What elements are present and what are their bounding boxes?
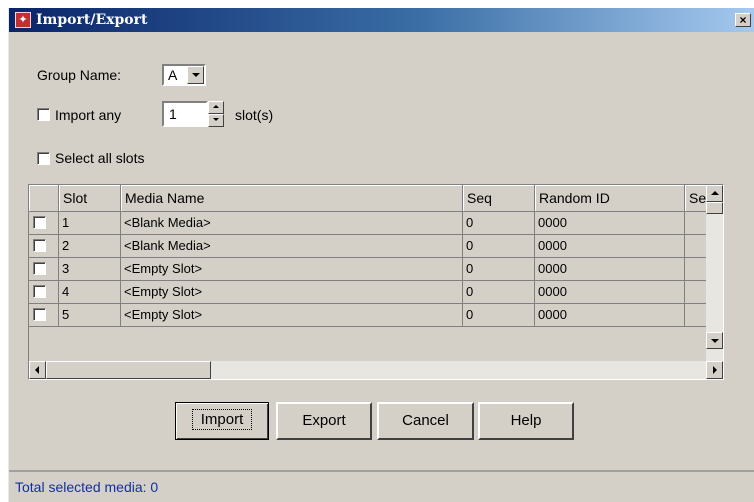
column-header-slot[interactable]: Slot bbox=[59, 185, 121, 212]
import-count-value: 1 bbox=[169, 106, 177, 122]
slot-cell: 4 bbox=[59, 281, 121, 304]
media-name-cell: <Empty Slot> bbox=[121, 281, 463, 304]
seq-cell: 0 bbox=[463, 281, 535, 304]
random-id-cell: 0000 bbox=[535, 304, 685, 327]
import-count-spinner bbox=[208, 101, 224, 127]
slot-cell: 2 bbox=[59, 235, 121, 258]
table-row[interactable]: 5 <Empty Slot> 0 0000 bbox=[29, 304, 723, 327]
spin-up-button[interactable] bbox=[208, 101, 224, 114]
scroll-left-button[interactable] bbox=[29, 361, 46, 379]
app-icon: ✦ bbox=[15, 12, 31, 28]
table-header: Slot Media Name Seq Random ID Seria bbox=[29, 185, 723, 212]
scroll-up-button[interactable] bbox=[706, 185, 723, 202]
column-header-seq[interactable]: Seq bbox=[463, 185, 535, 212]
seq-cell: 0 bbox=[463, 235, 535, 258]
group-name-dropdown-button[interactable] bbox=[187, 66, 204, 84]
arrow-up-icon bbox=[711, 191, 719, 195]
cancel-button[interactable]: Cancel bbox=[377, 402, 474, 440]
row-checkbox[interactable] bbox=[33, 262, 46, 275]
group-name-value: A bbox=[168, 67, 178, 83]
random-id-cell: 0000 bbox=[535, 258, 685, 281]
scroll-right-button[interactable] bbox=[706, 361, 723, 379]
window-title: Import/Export bbox=[36, 12, 148, 28]
arrow-down-icon bbox=[213, 118, 219, 121]
import-button-label: Import bbox=[191, 409, 253, 430]
media-name-cell: <Empty Slot> bbox=[121, 258, 463, 281]
export-button[interactable]: Export bbox=[276, 402, 372, 440]
chevron-down-icon bbox=[192, 73, 200, 77]
row-checkbox[interactable] bbox=[33, 239, 46, 252]
row-select-cell bbox=[29, 304, 59, 327]
help-button[interactable]: Help bbox=[478, 402, 574, 440]
row-checkbox[interactable] bbox=[33, 308, 46, 321]
media-name-cell: <Blank Media> bbox=[121, 235, 463, 258]
row-select-cell bbox=[29, 212, 59, 235]
slots-table: Slot Media Name Seq Random ID Seria 1 <B… bbox=[28, 184, 724, 380]
table-row[interactable]: 2 <Blank Media> 0 0000 bbox=[29, 235, 723, 258]
column-header-media-name[interactable]: Media Name bbox=[121, 185, 463, 212]
spin-down-button[interactable] bbox=[208, 114, 224, 127]
row-checkbox[interactable] bbox=[33, 285, 46, 298]
column-header-select[interactable] bbox=[29, 185, 59, 212]
import-any-checkbox[interactable] bbox=[37, 108, 50, 121]
select-all-checkbox[interactable] bbox=[37, 152, 50, 165]
scroll-down-button[interactable] bbox=[706, 332, 723, 349]
slot-cell: 3 bbox=[59, 258, 121, 281]
row-select-cell bbox=[29, 281, 59, 304]
media-name-cell: <Blank Media> bbox=[121, 212, 463, 235]
random-id-cell: 0000 bbox=[535, 235, 685, 258]
seq-cell: 0 bbox=[463, 258, 535, 281]
arrow-right-icon bbox=[713, 366, 717, 374]
table-row[interactable]: 4 <Empty Slot> 0 0000 bbox=[29, 281, 723, 304]
arrow-down-icon bbox=[711, 339, 719, 343]
random-id-cell: 0000 bbox=[535, 212, 685, 235]
status-text: Total selected media: 0 bbox=[15, 479, 159, 495]
title-bar[interactable]: ✦ Import/Export × bbox=[9, 8, 754, 32]
import-any-label: Import any bbox=[55, 107, 122, 123]
import-button[interactable]: Import bbox=[175, 402, 269, 440]
import-export-dialog: ✦ Import/Export × Group Name: A Import a… bbox=[8, 8, 754, 502]
vertical-scrollbar[interactable] bbox=[706, 185, 723, 361]
media-name-cell: <Empty Slot> bbox=[121, 304, 463, 327]
vertical-scroll-thumb[interactable] bbox=[706, 202, 723, 214]
slot-cell: 5 bbox=[59, 304, 121, 327]
seq-cell: 0 bbox=[463, 304, 535, 327]
table-row[interactable]: 1 <Blank Media> 0 0000 bbox=[29, 212, 723, 235]
seq-cell: 0 bbox=[463, 212, 535, 235]
table-row[interactable]: 3 <Empty Slot> 0 0000 bbox=[29, 258, 723, 281]
random-id-cell: 0000 bbox=[535, 281, 685, 304]
arrow-up-icon bbox=[213, 105, 219, 108]
select-all-label: Select all slots bbox=[55, 150, 145, 166]
column-header-random-id[interactable]: Random ID bbox=[535, 185, 685, 212]
status-bar: Total selected media: 0 bbox=[9, 470, 754, 502]
row-select-cell bbox=[29, 235, 59, 258]
import-count-field[interactable]: 1 bbox=[162, 101, 208, 127]
slot-cell: 1 bbox=[59, 212, 121, 235]
group-name-combo[interactable]: A bbox=[162, 64, 206, 86]
row-select-cell bbox=[29, 258, 59, 281]
slots-suffix-label: slot(s) bbox=[235, 107, 274, 123]
group-name-label: Group Name: bbox=[37, 67, 122, 83]
row-checkbox[interactable] bbox=[33, 216, 46, 229]
horizontal-scrollbar[interactable] bbox=[29, 361, 723, 379]
horizontal-scroll-thumb[interactable] bbox=[46, 361, 211, 379]
close-button[interactable]: × bbox=[735, 13, 751, 27]
arrow-left-icon bbox=[35, 366, 39, 374]
